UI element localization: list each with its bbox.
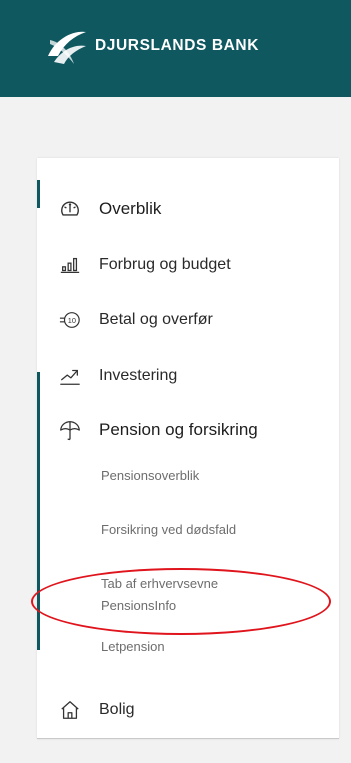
menu-item-betal[interactable]: 10 Betal og overfør [59,309,213,331]
active-indicator-pension [37,372,40,650]
coin-transfer-icon: 10 [59,309,81,331]
menu-label-pension: Pension og forsikring [99,420,258,439]
menu-label-forbrug: Forbrug og budget [99,256,231,273]
menu-item-pension[interactable]: Pension og forsikring [59,419,258,441]
menu-item-overblik[interactable]: Overblik [59,198,161,220]
menu-label-bolig: Bolig [99,701,135,718]
speedometer-icon [59,198,81,220]
submenu-item-letpension[interactable]: Letpension [101,639,165,654]
menu-label-betal: Betal og overfør [99,311,213,328]
submenu-item-pensionsoverblik[interactable]: Pensionsoverblik [101,468,199,483]
active-indicator-overblik [37,180,40,208]
menu-label-overblik: Overblik [99,199,162,218]
trend-line-icon [59,365,81,387]
menu-item-investering[interactable]: Investering [59,365,177,387]
bank-logo[interactable]: DJURSLANDS BANK [44,26,259,68]
menu-item-bolig[interactable]: Bolig [59,699,135,721]
menu-item-forbrug[interactable]: Forbrug og budget [59,254,231,276]
umbrella-icon [59,419,81,441]
bank-name: DJURSLANDS BANK [95,37,260,54]
submenu-item-forsikring[interactable]: Forsikring ved dødsfald [101,522,236,537]
bank-logo-icon [48,31,86,64]
svg-text:10: 10 [68,316,76,325]
side-menu: Overblik Forbrug og budget 10 Betal og o… [37,158,339,739]
submenu-item-tab-af-erhvervsevne[interactable]: Tab af erhvervsevne [101,576,218,591]
app-header: DJURSLANDS BANK [0,0,351,97]
house-icon [59,699,81,721]
menu-label-investering: Investering [99,367,178,384]
submenu-item-pensionsinfo[interactable]: PensionsInfo [101,598,176,613]
bar-chart-icon [59,254,81,276]
